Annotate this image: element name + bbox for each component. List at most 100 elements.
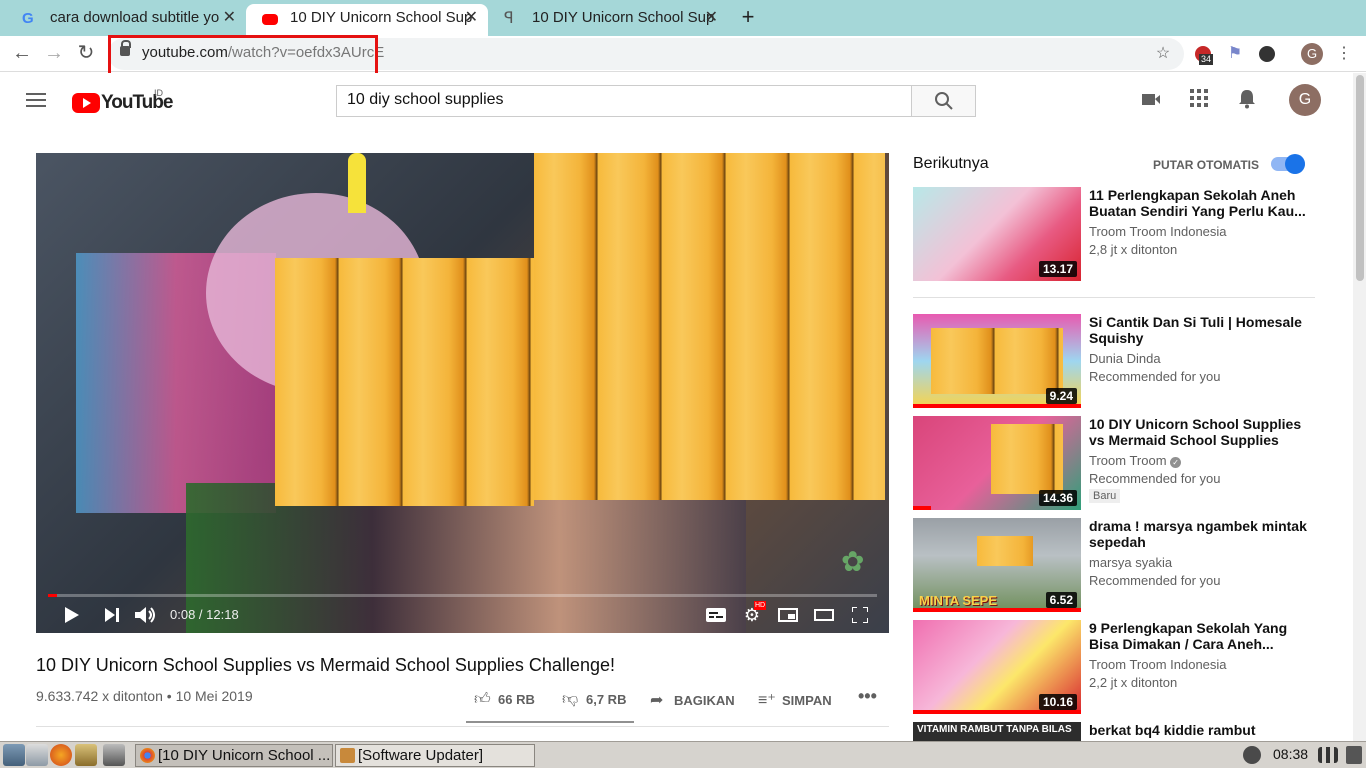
video-thumbnail[interactable]: 9.24 xyxy=(913,314,1081,408)
verified-check-icon: ✓ xyxy=(1170,457,1182,468)
close-icon[interactable]: ✕ xyxy=(465,4,478,32)
reload-icon[interactable]: ↻ xyxy=(74,42,98,66)
subtitles-icon[interactable] xyxy=(704,603,728,627)
youtube-logo-icon[interactable] xyxy=(72,93,100,113)
item-title[interactable]: 10 DIY Unicorn School Supplies vs Mermai… xyxy=(1089,416,1309,448)
camera-icon xyxy=(1142,94,1160,105)
share-button[interactable]: ➦ BAGIKAN xyxy=(650,690,735,710)
speaker-icon xyxy=(135,607,155,623)
video-player[interactable]: ✿ 0:08 / 12:18 ⚙ HD xyxy=(36,153,889,633)
scrollbar-thumb[interactable] xyxy=(1356,75,1364,281)
unicorn-horn xyxy=(348,153,366,213)
new-tab-button[interactable]: + xyxy=(737,4,759,32)
list-item[interactable]: 14.36 10 DIY Unicorn School Supplies vs … xyxy=(913,416,1315,510)
theater-mode-icon[interactable] xyxy=(812,603,836,627)
close-icon[interactable]: ✕ xyxy=(705,4,718,32)
firefox-icon[interactable] xyxy=(50,744,72,766)
duration-badge: 13.17 xyxy=(1038,261,1077,277)
list-item[interactable]: 9.24 Si Cantik Dan Si Tuli | Homesale Sq… xyxy=(913,314,1315,408)
hamburger-menu-icon[interactable] xyxy=(26,93,46,107)
tray-network-icon[interactable] xyxy=(1243,746,1261,764)
updater-icon xyxy=(340,748,355,763)
item-title[interactable]: berkat bq4 kiddie rambut xyxy=(1089,722,1309,738)
item-meta: 2,8 jt x ditonton xyxy=(1089,242,1178,257)
divider xyxy=(36,726,889,727)
thumbs-down-icon: 👎︎ xyxy=(562,691,579,708)
skip-next-icon xyxy=(105,608,119,622)
item-title[interactable]: 9 Perlengkapan Sekolah Yang Bisa Dimakan… xyxy=(1089,620,1309,652)
video-thumbnail[interactable]: 13.17 xyxy=(913,187,1081,281)
play-icon[interactable] xyxy=(60,603,84,627)
volume-icon[interactable] xyxy=(134,603,158,627)
apps-grid-icon[interactable] xyxy=(1187,89,1211,113)
video-thumbnail[interactable]: 10.16 xyxy=(913,620,1081,714)
taskbar-task-chrome[interactable]: [10 DIY Unicorn School ... xyxy=(135,744,333,767)
list-item[interactable]: 13.17 11 Perlengkapan Sekolah Aneh Buata… xyxy=(913,187,1315,281)
item-title[interactable]: drama ! marsya ngambek mintak sepedah xyxy=(1089,518,1309,550)
bookmark-star-icon[interactable]: ☆ xyxy=(1153,44,1173,64)
app-launcher-icon[interactable] xyxy=(75,744,97,766)
notifications-bell-icon[interactable] xyxy=(1235,89,1259,113)
search-input[interactable]: 10 diy school supplies xyxy=(336,85,912,117)
extension-icon[interactable]: 34 xyxy=(1193,44,1214,65)
battery-icon[interactable] xyxy=(1346,746,1362,764)
taskbar-task-updater[interactable]: [Software Updater] xyxy=(335,744,535,767)
item-channel[interactable]: marsya syakia xyxy=(1089,555,1172,570)
search-button[interactable] xyxy=(911,85,976,117)
item-meta: Recommended for you xyxy=(1089,471,1221,486)
terminal-icon[interactable] xyxy=(103,744,125,766)
miniplayer-icon[interactable] xyxy=(776,603,800,627)
tab-video-2[interactable]: ꟼ 10 DIY Unicorn School Sup ✕ xyxy=(488,4,728,36)
video-thumbnail[interactable]: 14.36 xyxy=(913,416,1081,510)
forward-arrow-icon[interactable]: → xyxy=(42,42,66,66)
create-video-icon[interactable] xyxy=(1139,89,1163,113)
tab-youtube-video[interactable]: 10 DIY Unicorn School Sup ✕ xyxy=(246,4,488,36)
progress-bar[interactable] xyxy=(48,594,877,597)
next-icon[interactable] xyxy=(100,603,124,627)
list-item[interactable]: 10.16 9 Perlengkapan Sekolah Yang Bisa D… xyxy=(913,620,1315,714)
extension-mask-icon[interactable] xyxy=(1257,44,1277,64)
autoplay-label: PUTAR OTOMATIS xyxy=(1153,158,1259,172)
account-avatar[interactable]: G xyxy=(1289,84,1321,116)
back-arrow-icon[interactable]: ← xyxy=(10,42,34,66)
file-manager-icon[interactable] xyxy=(26,744,48,766)
chrome-icon xyxy=(140,748,155,763)
page-scrollbar[interactable] xyxy=(1353,73,1366,741)
item-channel[interactable]: Troom Troom Indonesia xyxy=(1089,224,1227,239)
thumbnail-text: VITAMIN RAMBUT TANPA BILAS xyxy=(917,724,1072,735)
translate-extension-icon[interactable]: ⚑ xyxy=(1225,44,1245,64)
signal-bars-icon[interactable] xyxy=(1318,747,1338,763)
save-button[interactable]: ≡⁺ SIMPAN xyxy=(758,690,832,710)
item-title[interactable]: 11 Perlengkapan Sekolah Aneh Buatan Send… xyxy=(1089,187,1309,219)
tab-title: 10 DIY Unicorn School Sup xyxy=(290,9,473,26)
item-channel[interactable]: Troom Troom ✓ xyxy=(1089,453,1182,468)
fullscreen-icon[interactable] xyxy=(848,603,872,627)
progress-fill xyxy=(48,594,58,597)
video-thumbnail[interactable]: MINTA SEPE 6.52 xyxy=(913,518,1081,612)
watched-progress-bar xyxy=(913,506,931,510)
item-channel[interactable]: Dunia Dinda xyxy=(1089,351,1161,366)
list-item[interactable]: MINTA SEPE 6.52 drama ! marsya ngambek m… xyxy=(913,518,1315,612)
more-vert-icon[interactable]: ⋮ xyxy=(1334,44,1354,64)
video-thumbnail[interactable]: VITAMIN RAMBUT TANPA BILAS xyxy=(913,722,1081,741)
os-taskbar: [10 DIY Unicorn School ... [Software Upd… xyxy=(0,741,1366,768)
fullscreen-corners-icon xyxy=(851,606,869,624)
watched-progress-bar xyxy=(913,608,1081,612)
tab-google-search[interactable]: G cara download subtitle yo ✕ xyxy=(6,4,246,36)
play-triangle-icon xyxy=(65,607,79,623)
settings-gear-icon[interactable]: ⚙ HD xyxy=(740,601,767,627)
like-button[interactable]: 👍︎ 66 RB xyxy=(474,690,535,709)
list-item[interactable]: VITAMIN RAMBUT TANPA BILAS berkat bq4 ki… xyxy=(913,722,1315,741)
profile-avatar[interactable]: G xyxy=(1301,43,1323,65)
wood-panel-overlay xyxy=(275,258,534,506)
wood-panel-overlay xyxy=(931,328,1063,394)
autoplay-toggle[interactable] xyxy=(1271,154,1305,174)
more-actions-icon[interactable]: ••• xyxy=(858,686,877,707)
tab-title: cara download subtitle yo xyxy=(50,9,220,26)
show-desktop-icon[interactable] xyxy=(3,744,25,766)
close-icon[interactable]: ✕ xyxy=(223,4,236,32)
captions-icon xyxy=(706,608,726,622)
dislike-button[interactable]: 👎︎ 6,7 RB xyxy=(562,690,626,709)
item-title[interactable]: Si Cantik Dan Si Tuli | Homesale Squishy xyxy=(1089,314,1309,346)
item-channel[interactable]: Troom Troom Indonesia xyxy=(1089,657,1227,672)
